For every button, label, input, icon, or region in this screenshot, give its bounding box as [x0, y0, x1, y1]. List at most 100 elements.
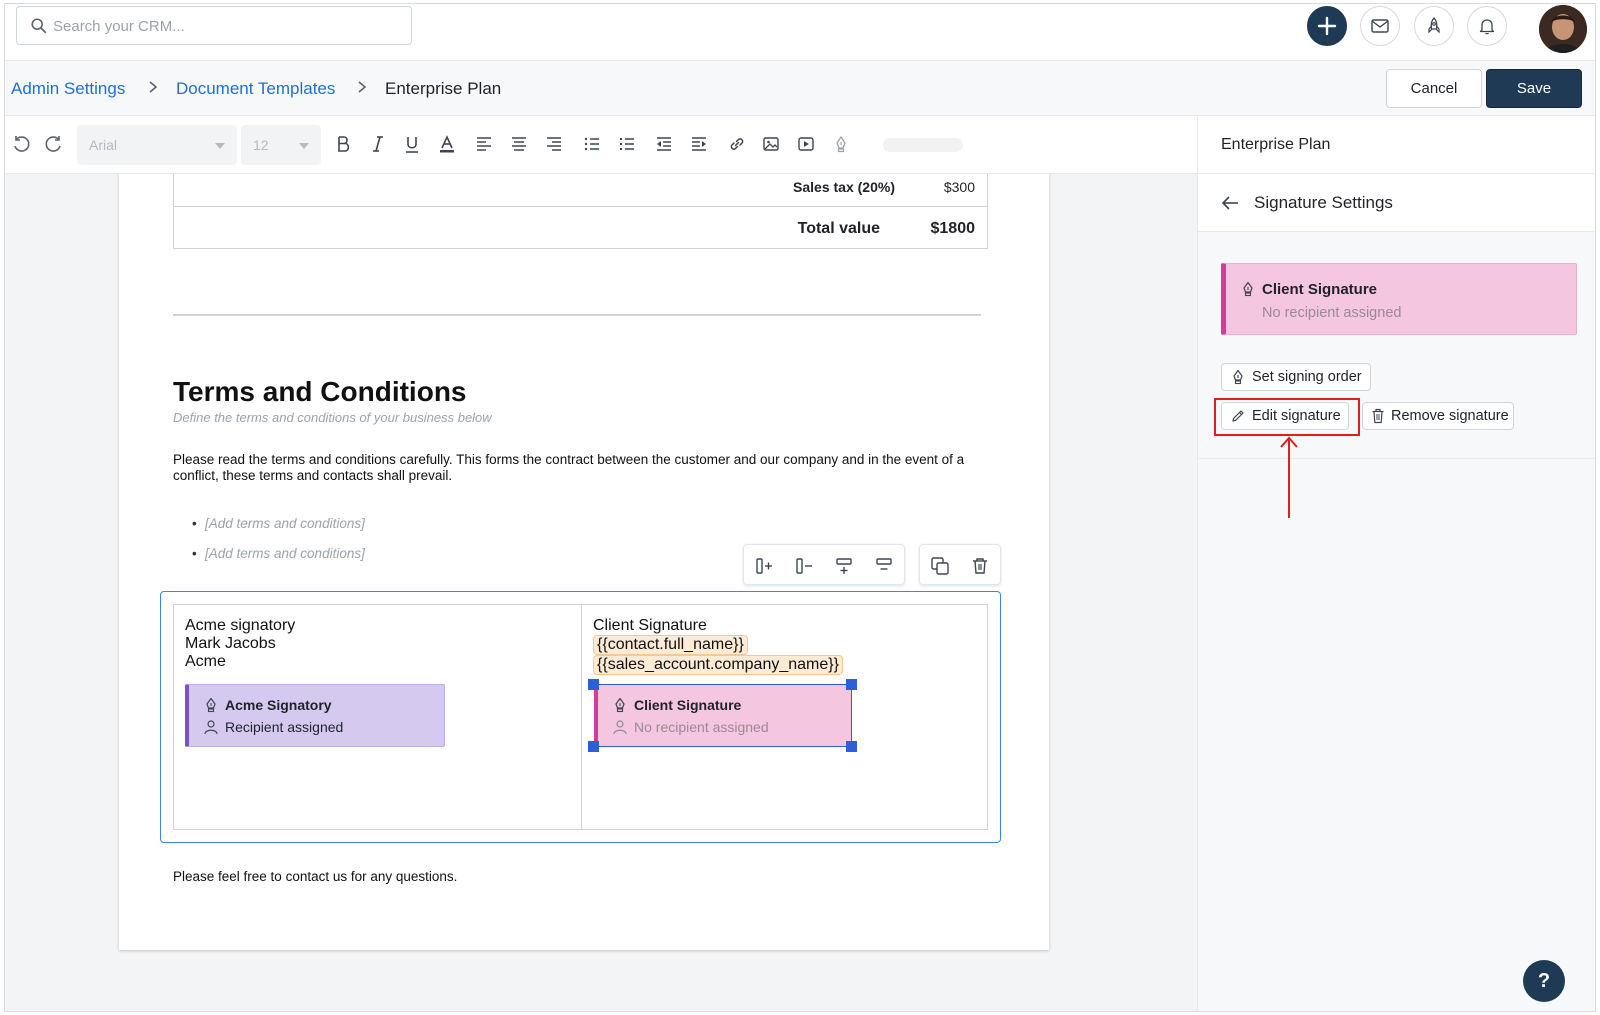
numbered-list-button[interactable]	[580, 132, 604, 156]
breadcrumb-document-templates[interactable]: Document Templates	[176, 79, 335, 99]
insert-row-icon[interactable]	[833, 555, 855, 577]
avatar[interactable]	[1539, 5, 1587, 53]
delete-row-icon[interactable]	[873, 555, 895, 577]
font-size-value: 12	[253, 137, 269, 153]
breadcrumb-bar: Admin Settings Document Templates Enterp…	[5, 61, 1595, 116]
signature-table-selection[interactable]: Acme signatory Mark Jacobs Acme Acme Sig…	[160, 591, 1001, 843]
client-signature-title: Client Signature	[634, 697, 742, 713]
closing-text[interactable]: Please feel free to contact us for any q…	[173, 869, 457, 884]
column-divider	[581, 605, 582, 829]
notifications-button[interactable]	[1467, 6, 1507, 46]
video-button[interactable]	[794, 132, 818, 156]
acme-signature-field[interactable]: Acme Signatory Recipient assigned	[185, 684, 445, 747]
font-family-select[interactable]: Arial	[77, 125, 237, 165]
search-input[interactable]: Search your CRM...	[16, 6, 412, 45]
plus-icon	[1317, 16, 1337, 36]
search-icon	[31, 18, 47, 34]
terms-paragraph[interactable]: Please read the terms and conditions car…	[173, 452, 993, 484]
pen-nib-icon	[836, 136, 846, 153]
resize-handle-bottom-right[interactable]	[846, 741, 857, 752]
remove-signature-label: Remove signature	[1391, 408, 1509, 424]
list-item[interactable]: [Add terms and conditions]	[192, 516, 365, 531]
editor-toolbar: Arial 12	[5, 116, 1197, 174]
user-icon	[204, 720, 218, 735]
delete-column-icon[interactable]	[793, 555, 815, 577]
rocket-icon	[1428, 17, 1440, 34]
user-photo	[1539, 5, 1587, 53]
link-icon	[730, 138, 744, 150]
top-bar: Search your CRM...	[5, 4, 1595, 61]
font-size-select[interactable]: 12	[241, 125, 321, 165]
chevron-down-icon	[215, 143, 225, 149]
list-item[interactable]: [Add terms and conditions]	[192, 546, 365, 561]
document-canvas: Sales tax (20%) $300 Total value $1800 T…	[5, 174, 1197, 1011]
mail-icon	[1371, 19, 1389, 33]
terms-subtitle[interactable]: Define the terms and conditions of your …	[173, 410, 492, 425]
chevron-right-icon	[149, 81, 158, 93]
align-left-button[interactable]	[472, 132, 496, 156]
chevron-down-icon	[299, 143, 309, 149]
image-icon	[763, 137, 779, 151]
client-signature-field[interactable]: Client Signature No recipient assigned	[594, 684, 852, 747]
link-button[interactable]	[725, 132, 749, 156]
pen-nib-icon	[1233, 369, 1243, 385]
table-tools	[743, 544, 905, 585]
panel-subtitle: Signature Settings	[1254, 193, 1393, 212]
indent-button[interactable]	[687, 132, 711, 156]
indent-icon	[692, 137, 706, 151]
insert-column-icon[interactable]	[753, 555, 775, 577]
document-page: Sales tax (20%) $300 Total value $1800 T…	[119, 174, 1049, 950]
trash-icon	[1372, 408, 1384, 424]
set-signing-order-label: Set signing order	[1252, 369, 1362, 385]
bold-button[interactable]	[331, 132, 355, 156]
set-signing-order-button[interactable]: Set signing order	[1221, 363, 1371, 391]
outdent-button[interactable]	[652, 132, 676, 156]
align-center-icon	[512, 137, 526, 151]
acme-line-3: Acme	[185, 653, 226, 670]
redo-button[interactable]	[42, 132, 66, 156]
acme-line-1: Acme signatory	[185, 617, 296, 634]
font-family-value: Arial	[89, 137, 118, 153]
align-center-button[interactable]	[507, 132, 531, 156]
italic-button[interactable]	[366, 132, 390, 156]
bullet-list-button[interactable]	[615, 132, 639, 156]
pen-nib-icon	[1243, 281, 1253, 297]
client-cell-line-1: Client Signature	[593, 617, 707, 634]
annotation-highlight	[1214, 398, 1360, 436]
underline-button[interactable]	[400, 132, 424, 156]
section-divider	[173, 314, 981, 316]
resize-handle-bottom-left[interactable]	[588, 741, 599, 752]
underline-icon	[406, 137, 418, 153]
help-button[interactable]: ?	[1523, 960, 1565, 1002]
resize-handle-top-left[interactable]	[588, 679, 599, 690]
resize-handle-top-right[interactable]	[846, 679, 857, 690]
undo-button[interactable]	[9, 132, 33, 156]
app-window: Search your CRM... Admin Settings Docume…	[4, 3, 1596, 1012]
panel-subheader: Signature Settings	[1198, 174, 1595, 232]
remove-signature-button[interactable]: Remove signature	[1362, 402, 1514, 430]
create-button[interactable]	[1307, 6, 1347, 46]
arrow-left-icon[interactable]	[1220, 194, 1240, 212]
cancel-button[interactable]: Cancel	[1386, 69, 1482, 108]
duplicate-icon[interactable]	[929, 555, 951, 577]
align-left-icon	[477, 137, 491, 151]
redo-icon	[45, 136, 61, 152]
rocket-button[interactable]	[1414, 6, 1454, 46]
breadcrumb-admin-settings[interactable]: Admin Settings	[11, 79, 125, 99]
terms-heading[interactable]: Terms and Conditions	[173, 376, 467, 408]
image-button[interactable]	[759, 132, 783, 156]
company-name-token[interactable]: {{sales_account.company_name}}	[593, 655, 843, 675]
sales-tax-label: Sales tax (20%)	[793, 179, 895, 195]
text-color-button[interactable]	[435, 132, 459, 156]
client-signature-text[interactable]: Client Signature {{contact.full_name}} {…	[593, 617, 843, 675]
acme-signatory-text[interactable]: Acme signatory Mark Jacobs Acme	[185, 617, 295, 671]
trash-icon[interactable]	[969, 555, 991, 577]
mail-button[interactable]	[1360, 6, 1400, 46]
contact-name-token[interactable]: {{contact.full_name}}	[593, 635, 748, 655]
signature-button[interactable]	[829, 132, 853, 156]
save-button[interactable]: Save	[1486, 69, 1582, 108]
client-signature-card[interactable]: Client Signature No recipient assigned	[1221, 263, 1577, 335]
text-color-icon	[440, 135, 454, 153]
align-right-button[interactable]	[542, 132, 566, 156]
toolbar-placeholder-bar	[883, 138, 963, 152]
